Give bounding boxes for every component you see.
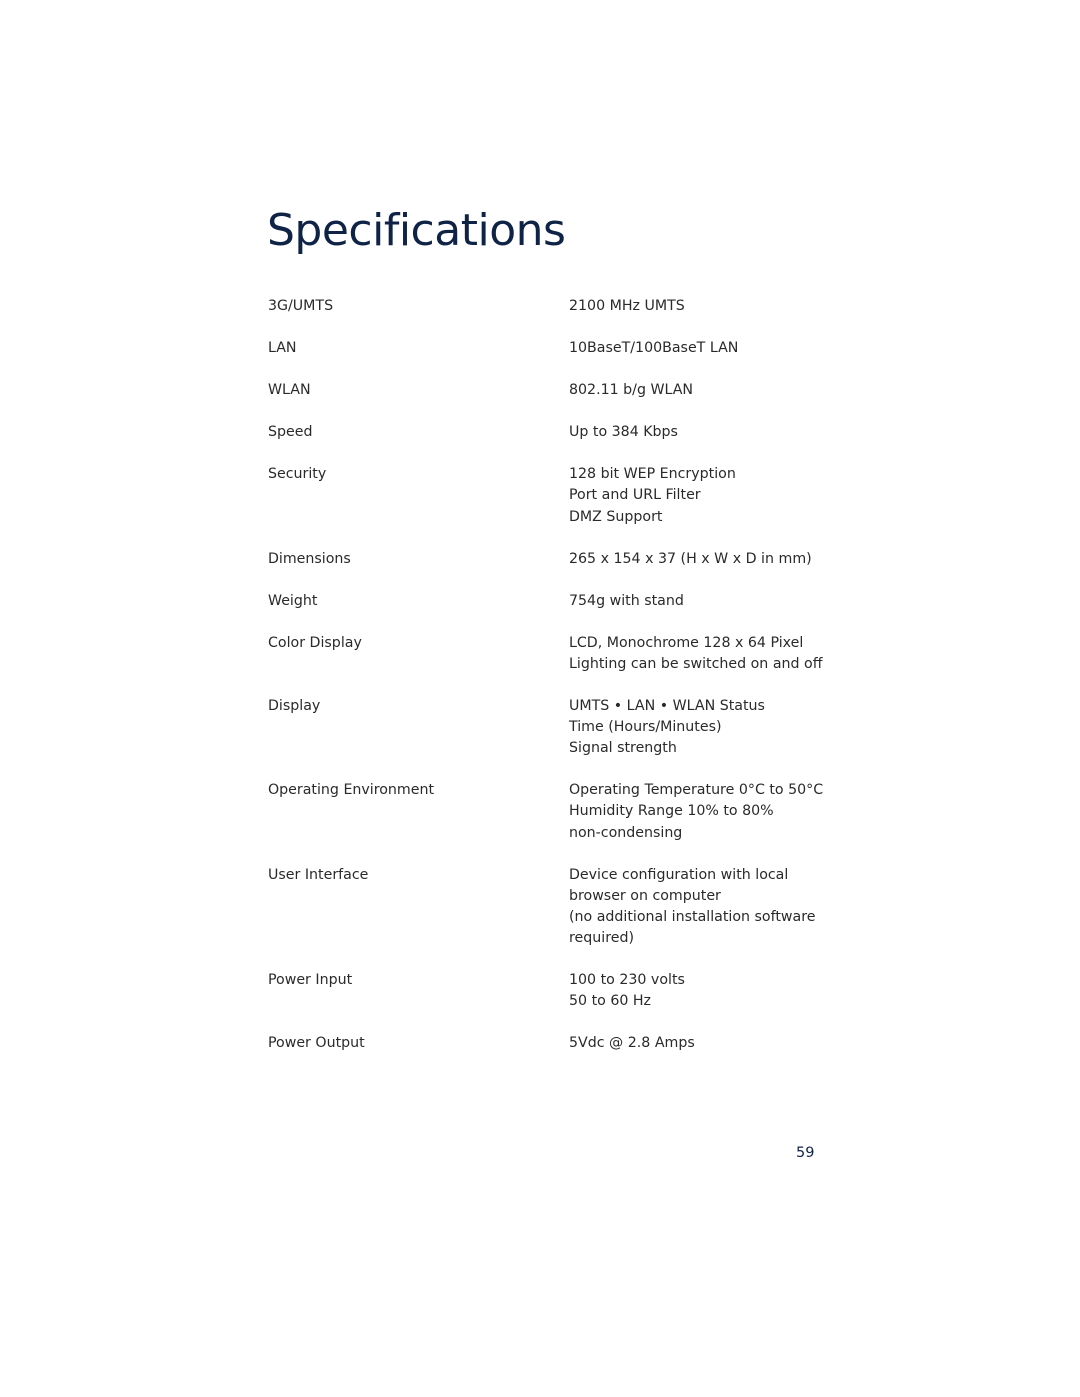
spec-value: Device configuration with local browser o… <box>569 865 848 949</box>
spec-label: Speed <box>268 424 313 441</box>
spec-label: Weight <box>268 592 318 609</box>
spec-value-line: 100 to 230 volts <box>569 971 685 988</box>
spec-label: Operating Environment <box>268 782 435 799</box>
spec-row: Weight 754g with stand <box>268 591 848 612</box>
spec-value-line: required) <box>569 929 634 946</box>
spec-value-line: 802.11 b/g WLAN <box>569 382 694 399</box>
spec-row: Power Input 100 to 230 volts 50 to 60 Hz <box>268 970 848 1012</box>
spec-value-line: LCD, Monochrome 128 x 64 Pixel <box>569 634 804 651</box>
spec-label: Security <box>268 466 327 483</box>
page-title: Specifications <box>267 205 566 256</box>
spec-value-line: Lighting can be switched on and off <box>569 655 823 672</box>
spec-row: Security 128 bit WEP Encryption Port and U… <box>268 464 848 527</box>
spec-value: 128 bit WEP Encryption Port and URL Filte… <box>569 464 848 527</box>
spec-value-line: DMZ Support <box>569 508 663 525</box>
spec-value-line: 10BaseT/100BaseT LAN <box>569 340 739 357</box>
spec-value: 5Vdc @ 2.8 Amps <box>569 1033 848 1054</box>
spec-label: 3G/UMTS <box>268 298 334 314</box>
page-number: 59 <box>796 1145 815 1161</box>
spec-value: UMTS • LAN • WLAN Status Time (Hours/Minu… <box>569 696 848 759</box>
spec-value-line: non-condensing <box>569 824 683 841</box>
spec-value: 2100 MHz UMTS <box>569 296 848 317</box>
spec-label: Power Output <box>268 1035 365 1052</box>
spec-value-line: 754g with stand <box>569 592 684 609</box>
spec-label: WLAN <box>268 382 311 399</box>
spec-value: 802.11 b/g WLAN <box>569 380 848 401</box>
spec-label: User Interface <box>268 866 369 883</box>
spec-value: 100 to 230 volts 50 to 60 Hz <box>569 970 848 1012</box>
spec-row: Operating Environment Operating Temperatu… <box>268 780 848 843</box>
spec-row: 3G/UMTS 2100 MHz UMTS <box>268 296 848 317</box>
spec-value-line: Time (Hours/Minutes) <box>569 719 722 736</box>
spec-value-line: Port and URL Filter <box>569 487 701 504</box>
spec-value-line: 265 x 154 x 37 (H x W x D in mm) <box>569 550 812 567</box>
spec-label: Power Input <box>268 971 353 988</box>
spec-value-line: (no additional installation software <box>569 908 816 925</box>
spec-value: 10BaseT/100BaseT LAN <box>569 338 848 359</box>
spec-value: Up to 384 Kbps <box>569 422 848 443</box>
spec-label: LAN <box>268 340 297 357</box>
spec-value-line: Operating Temperature 0°C to 50°C <box>569 782 824 799</box>
spec-value-line: browser on computer <box>569 887 721 904</box>
spec-row: WLAN 802.11 b/g WLAN <box>268 380 848 401</box>
spec-value-line: Up to 384 Kbps <box>569 424 678 441</box>
spec-value-line: Humidity Range 10% to 80% <box>569 803 774 820</box>
spec-row: Power Output 5Vdc @ 2.8 Amps <box>268 1033 848 1054</box>
spec-row: Speed Up to 384 Kbps <box>268 422 848 443</box>
spec-label: Color Display <box>268 634 362 651</box>
spec-row: Color Display LCD, Monochrome 128 x 64 Pi… <box>268 633 848 675</box>
spec-row: Display UMTS • LAN • WLAN Status Time (Hou… <box>268 696 848 759</box>
spec-value: Operating Temperature 0°C to 50°C Humidit… <box>569 780 848 843</box>
spec-value-line: Device configuration with local <box>569 866 789 883</box>
spec-row: LAN 10BaseT/100BaseT LAN <box>268 338 848 359</box>
spec-row: Dimensions 265 x 154 x 37 (H x W x D in m… <box>268 549 848 570</box>
spec-value-line: 128 bit WEP Encryption <box>569 466 736 483</box>
spec-value: LCD, Monochrome 128 x 64 Pixel Lighting c… <box>569 633 848 675</box>
spec-value-line: 2100 MHz UMTS <box>569 298 685 314</box>
spec-value-line: UMTS • LAN • WLAN Status <box>569 698 765 715</box>
specifications-table: 3G/UMTS 2100 MHz UMTS LAN 10BaseT/100BaseT … <box>268 296 848 1075</box>
spec-row: User Interface Device configuration with … <box>268 865 848 949</box>
spec-label: Dimensions <box>268 550 351 567</box>
spec-value-line: Signal strength <box>569 740 677 757</box>
spec-value-line: 5Vdc @ 2.8 Amps <box>569 1035 695 1052</box>
spec-label: Display <box>268 698 321 715</box>
spec-value-line: 50 to 60 Hz <box>569 993 651 1010</box>
spec-value: 754g with stand <box>569 591 848 612</box>
spec-value: 265 x 154 x 37 (H x W x D in mm) <box>569 549 848 570</box>
